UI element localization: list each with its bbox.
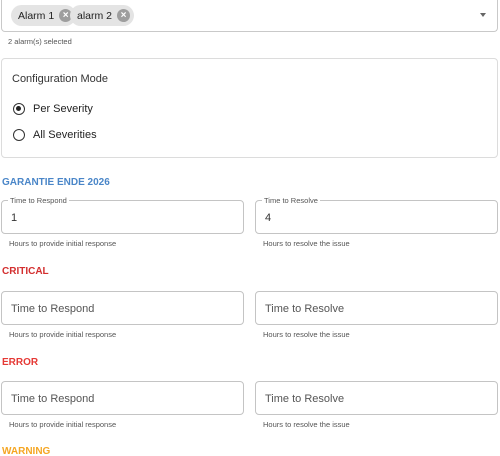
resolve-helper: Hours to resolve the issue xyxy=(263,330,350,339)
alarm-select-helper: 2 alarm(s) selected xyxy=(8,37,72,46)
alarm-chip-label: alarm 2 xyxy=(77,9,113,22)
severity-heading: CRITICAL xyxy=(2,266,49,277)
time-to-resolve-field[interactable]: Time to Resolve 4 xyxy=(255,196,498,234)
respond-helper: Hours to provide initial response xyxy=(9,239,117,248)
time-to-resolve-field[interactable]: Time to Resolve xyxy=(255,381,498,415)
time-to-respond-field[interactable]: Time to Respond xyxy=(1,291,244,325)
respond-helper: Hours to provide initial response xyxy=(9,420,117,429)
remove-chip-icon[interactable]: × xyxy=(117,9,131,22)
alarm-chip-label: Alarm 1 xyxy=(18,9,55,22)
field-label: Time to Resolve xyxy=(262,196,320,205)
time-to-respond-field[interactable]: Time to Respond 1 xyxy=(1,196,244,234)
field-placeholder: Time to Respond xyxy=(11,393,95,405)
chevron-down-icon[interactable] xyxy=(480,13,486,17)
severity-heading: ERROR xyxy=(2,357,39,368)
resolve-helper: Hours to resolve the issue xyxy=(263,420,350,429)
field-label: Time to Respond xyxy=(8,196,69,205)
field-placeholder: Time to Resolve xyxy=(265,303,345,315)
radio-label: Per Severity xyxy=(33,103,93,115)
time-to-resolve-field[interactable]: Time to Resolve xyxy=(255,291,498,325)
field-placeholder: Time to Respond xyxy=(11,303,95,315)
field-placeholder: Time to Resolve xyxy=(265,393,345,405)
alarm-chip[interactable]: alarm 2 × xyxy=(70,5,135,26)
radio-label: All Severities xyxy=(33,129,97,141)
config-mode-card: Configuration Mode Per Severity All Seve… xyxy=(1,58,498,158)
radio-unchecked-icon[interactable] xyxy=(13,129,25,141)
field-value: 4 xyxy=(265,212,272,224)
field-value: 1 xyxy=(11,212,18,224)
resolve-helper: Hours to resolve the issue xyxy=(263,239,350,248)
respond-helper: Hours to provide initial response xyxy=(9,330,117,339)
severity-heading: GARANTIE ENDE 2026 xyxy=(2,177,110,188)
severity-heading: WARNING xyxy=(2,446,51,456)
radio-all-severities[interactable]: All Severities xyxy=(13,129,97,141)
radio-per-severity[interactable]: Per Severity xyxy=(13,103,93,115)
alarm-select[interactable]: Alarm 1 × alarm 2 × xyxy=(1,0,498,32)
alarm-chip[interactable]: Alarm 1 × xyxy=(11,5,77,26)
radio-checked-icon[interactable] xyxy=(13,103,25,115)
time-to-respond-field[interactable]: Time to Respond xyxy=(1,381,244,415)
config-mode-title: Configuration Mode xyxy=(12,73,109,85)
